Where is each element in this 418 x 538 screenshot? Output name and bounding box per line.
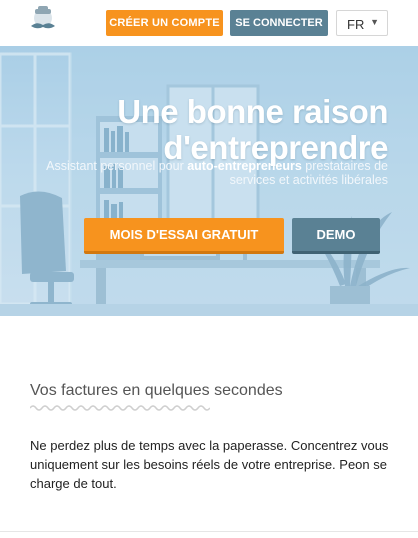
language-value: FR [347, 17, 365, 32]
free-trial-button[interactable]: MOIS D'ESSAI GRATUIT [84, 218, 284, 254]
divider [0, 531, 418, 532]
section-text: Ne perdez plus de temps avec la paperass… [30, 438, 389, 491]
hero-subtitle: Assistant personnel pour auto-entreprene… [28, 159, 388, 187]
hero-subtitle-bold: auto-entrepreneurs [187, 159, 302, 173]
demo-button[interactable]: DEMO [292, 218, 380, 254]
chevron-down-icon: ▼ [370, 17, 379, 27]
section-title: Vos factures en quelques secondes [30, 382, 283, 399]
mustache-mascot-icon[interactable] [28, 6, 58, 36]
hero-title-line1: Une bonne raison [117, 93, 388, 130]
login-button[interactable]: SE CONNECTER [230, 10, 328, 36]
hero-subtitle-pre: Assistant personnel pour [46, 159, 188, 173]
wavy-divider [30, 405, 210, 411]
create-account-button[interactable]: CRÉER UN COMPTE [106, 10, 223, 36]
language-select[interactable]: FR ▼ [336, 10, 388, 36]
top-bar: CRÉER UN COMPTE SE CONNECTER FR ▼ [0, 0, 418, 46]
hero-title: Une bonne raison d'entreprendre [88, 94, 388, 166]
hero-banner: Une bonne raison d'entreprendre Assistan… [0, 46, 418, 316]
